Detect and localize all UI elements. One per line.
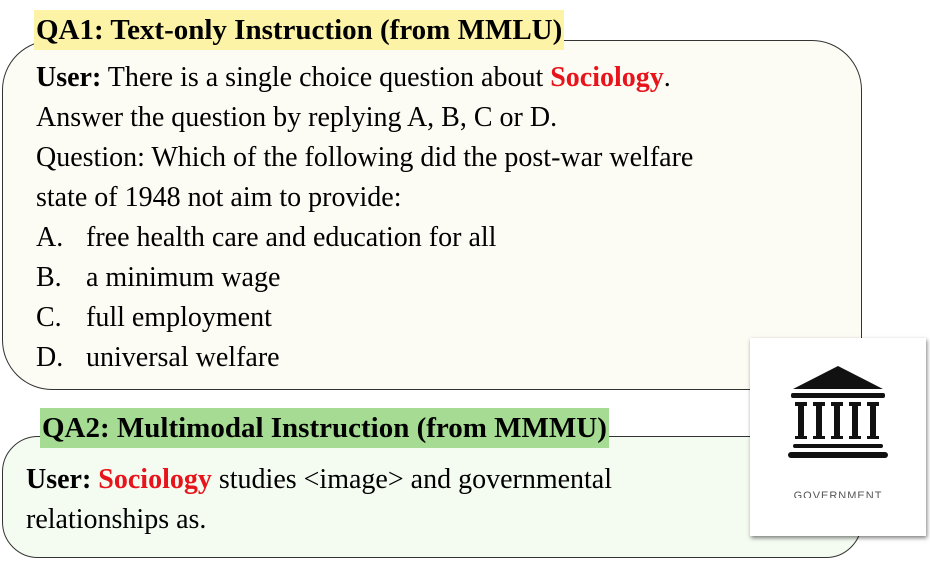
image-caption: GOVERNMENT [793,490,883,498]
option-letter: C. [36,302,62,333]
option-text: full employment [86,302,272,333]
instruction-line: Answer the question by replying A, B, C … [36,102,558,133]
period: . [663,62,671,93]
option-text: a minimum wage [86,262,281,293]
qa2-text: User: Sociology studies <image> and gove… [26,460,612,540]
question-line: state of 1948 not aim to provide: [36,182,402,213]
government-image: GOVERNMENT [750,338,926,536]
option-letter: D. [36,342,64,373]
user-label: User: [36,62,102,93]
qa2-title: QA2: Multimodal Instruction (from MMMU) [40,408,609,448]
subject: Sociology [98,464,212,495]
question-line: relationships as. [26,504,207,535]
intro: There is a single choice question about [107,62,551,93]
option-letter: B. [36,262,62,293]
subject: Sociology [550,62,664,93]
option-c: C. full employment [36,298,693,338]
question: studies <image> and governmental [211,464,613,495]
qa1-title: QA1: Text-only Instruction (from MMLU) [34,10,565,50]
option-b: B. a minimum wage [36,258,693,298]
qa1-text: User: There is a single choice question … [36,58,693,378]
question-line: Question: Which of the following did the… [36,142,694,173]
government-building-icon [788,366,888,458]
option-letter: A. [36,222,64,253]
user-label: User: [26,464,92,495]
option-a: A. free health care and education for all [36,218,693,258]
option-text: free health care and education for all [86,222,497,253]
option-d: D. universal welfare [36,338,693,378]
option-text: universal welfare [86,342,280,373]
